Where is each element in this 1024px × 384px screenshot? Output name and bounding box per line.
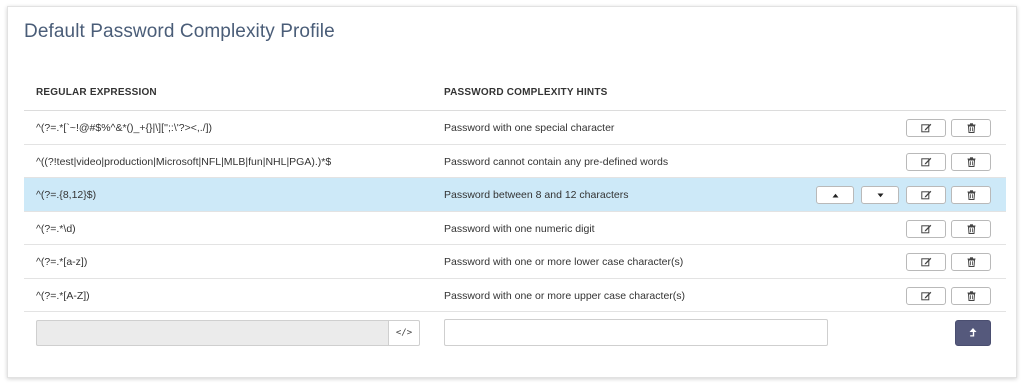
table-row[interactable]: ^((?!test|video|production|Microsoft|NFL… — [24, 145, 1006, 178]
delete-button[interactable] — [951, 152, 991, 171]
delete-button[interactable] — [951, 253, 991, 271]
delete-button[interactable] — [951, 186, 991, 204]
regex-cell: ^(?=.*[A-Z]) — [36, 289, 90, 302]
table-header: REGULAR EXPRESSION PASSWORD COMPLEXITY H… — [24, 77, 1006, 111]
trash-icon — [967, 156, 975, 167]
regex-cell: ^((?!test|video|production|Microsoft|NFL… — [36, 155, 332, 168]
trash-icon — [967, 257, 975, 267]
hint-cell: Password cannot contain any pre-defined … — [444, 155, 669, 168]
header-password-complexity-hints: PASSWORD COMPLEXITY HINTS — [444, 87, 608, 98]
trash-icon — [967, 223, 975, 234]
pencil-square-icon — [920, 224, 931, 233]
hint-cell: Password between 8 and 12 characters — [444, 189, 629, 201]
add-rule-button[interactable] — [955, 320, 991, 346]
regex-table: REGULAR EXPRESSION PASSWORD COMPLEXITY H… — [24, 77, 1006, 356]
new-regex-input[interactable] — [36, 320, 388, 346]
code-icon: </> — [395, 328, 413, 338]
trash-icon — [967, 290, 975, 301]
edit-button[interactable] — [906, 152, 946, 171]
table-row[interactable]: ^(?=.*\d) Password with one numeric digit — [24, 212, 1006, 245]
delete-button[interactable] — [951, 219, 991, 238]
pencil-square-icon — [920, 157, 931, 166]
pencil-square-icon — [920, 190, 931, 200]
regex-cell: ^(?=.*\d) — [36, 222, 76, 235]
page-title: Default Password Complexity Profile — [24, 21, 335, 42]
move-up-button[interactable] — [816, 186, 854, 204]
pencil-square-icon — [920, 123, 931, 133]
pencil-square-icon — [920, 291, 931, 300]
caret-down-icon — [877, 193, 883, 197]
delete-button[interactable] — [951, 119, 991, 137]
trash-icon — [967, 123, 975, 133]
pencil-square-icon — [920, 257, 931, 267]
trash-icon — [967, 190, 975, 200]
caret-up-icon — [832, 193, 838, 197]
header-regular-expression: REGULAR EXPRESSION — [36, 87, 157, 98]
edit-button[interactable] — [906, 186, 946, 204]
regex-cell: ^(?=.{8,12}$) — [36, 189, 97, 201]
hint-cell: Password with one or more lower case cha… — [444, 256, 684, 268]
edit-button[interactable] — [906, 119, 946, 137]
hint-cell: Password with one or more upper case cha… — [444, 289, 686, 302]
table-row[interactable]: ^(?=.{8,12}$) Password between 8 and 12 c… — [24, 178, 1006, 212]
table-row[interactable]: ^(?=.*[A-Z]) Password with one or more up… — [24, 279, 1006, 312]
move-down-button[interactable] — [861, 186, 899, 204]
regex-cell: ^(?=.*[a-z]) — [36, 256, 88, 268]
regex-cell: ^(?=.*[`~!@#$%^&*()_+{}|\]['';:\'?><,./]… — [36, 122, 213, 134]
table-row[interactable]: ^(?=.*[a-z]) Password with one or more lo… — [24, 245, 1006, 279]
hint-cell: Password with one special character — [444, 122, 615, 134]
edit-button[interactable] — [906, 219, 946, 238]
profile-card: Default Password Complexity Profile REGU… — [7, 6, 1017, 378]
new-hint-input[interactable] — [444, 319, 828, 346]
upload-arrow-icon — [969, 328, 977, 337]
hint-cell: Password with one numeric digit — [444, 222, 595, 235]
table-row[interactable]: ^(?=.*[`~!@#$%^&*()_+{}|\]['';:\'?><,./]… — [24, 111, 1006, 145]
add-rule-row: </> — [24, 312, 1006, 356]
edit-button[interactable] — [906, 286, 946, 305]
edit-button[interactable] — [906, 253, 946, 271]
delete-button[interactable] — [951, 286, 991, 305]
regex-code-button[interactable]: </> — [388, 320, 420, 346]
